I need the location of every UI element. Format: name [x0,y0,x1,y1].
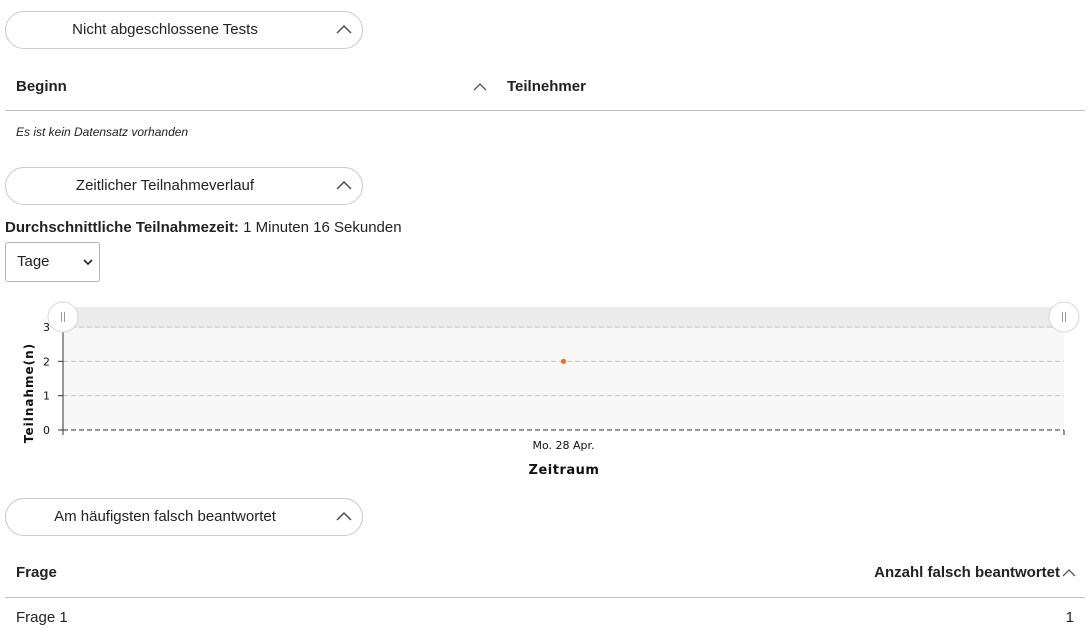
period-select-value: Tage [17,253,50,270]
x-axis-label: Zeitraum [529,463,600,478]
period-select[interactable]: Tage [5,242,100,282]
y-tick-label: 2 [43,355,50,368]
x-ticks: Mo. 28 Apr. [62,430,1065,452]
data-points [560,358,567,364]
y-axis-label: Teilnahme(n) [22,343,36,443]
toggle-open-tests-label: Nicht abgeschlossene Tests [72,21,258,38]
range-handle-left-icon[interactable] [47,301,79,333]
column-header-question[interactable]: Frage [16,564,57,581]
range-selector-band[interactable] [63,307,1064,328]
chevron-up-icon [336,512,352,521]
table-header-divider [5,597,1085,598]
column-header-wrong-count[interactable]: Anzahl falsch beantwortet [874,564,1060,581]
y-tick-label: 0 [43,424,50,437]
average-time-value: 1 Minuten 16 Sekunden [243,219,402,236]
table-row[interactable]: Frage 1 1 [5,600,1085,634]
column-header-participant[interactable]: Teilnehmer [507,78,586,95]
x-tick-label: Mo. 28 Apr. [532,439,594,452]
average-time-line: Durchschnittliche Teilnahmezeit: 1 Minut… [5,219,402,236]
range-handle-right-icon[interactable] [1048,301,1080,333]
wrong-count-cell: 1 [1065,609,1074,626]
toggle-open-tests-button[interactable]: Nicht abgeschlossene Tests [5,11,363,49]
chevron-down-icon [83,259,93,266]
table-header-divider [5,110,1085,111]
average-time-label: Durchschnittliche Teilnahmezeit: [5,219,239,236]
y-ticks: 0123 [43,321,63,437]
sort-chevron-up-icon[interactable] [473,82,487,91]
toggle-timeline-label: Zeitlicher Teilnahmeverlauf [75,177,255,194]
chevron-up-icon [336,181,352,190]
sort-chevron-up-icon[interactable] [1062,568,1076,577]
chevron-up-icon [336,25,352,34]
data-point [560,358,567,364]
empty-table-message: Es ist kein Datensatz vorhanden [16,125,189,139]
toggle-most-wrong-label: Am häufigsten falsch beantwortet [54,508,276,525]
question-cell: Frage 1 [16,609,68,626]
column-header-start[interactable]: Beginn [16,78,67,95]
participation-chart: 0123 Mo. 28 Apr. Teilnahme(n) Zeitraum [22,301,1080,478]
toggle-most-wrong-button[interactable]: Am häufigsten falsch beantwortet [5,498,363,536]
y-tick-label: 1 [43,390,50,403]
toggle-timeline-button[interactable]: Zeitlicher Teilnahmeverlauf [5,167,363,205]
